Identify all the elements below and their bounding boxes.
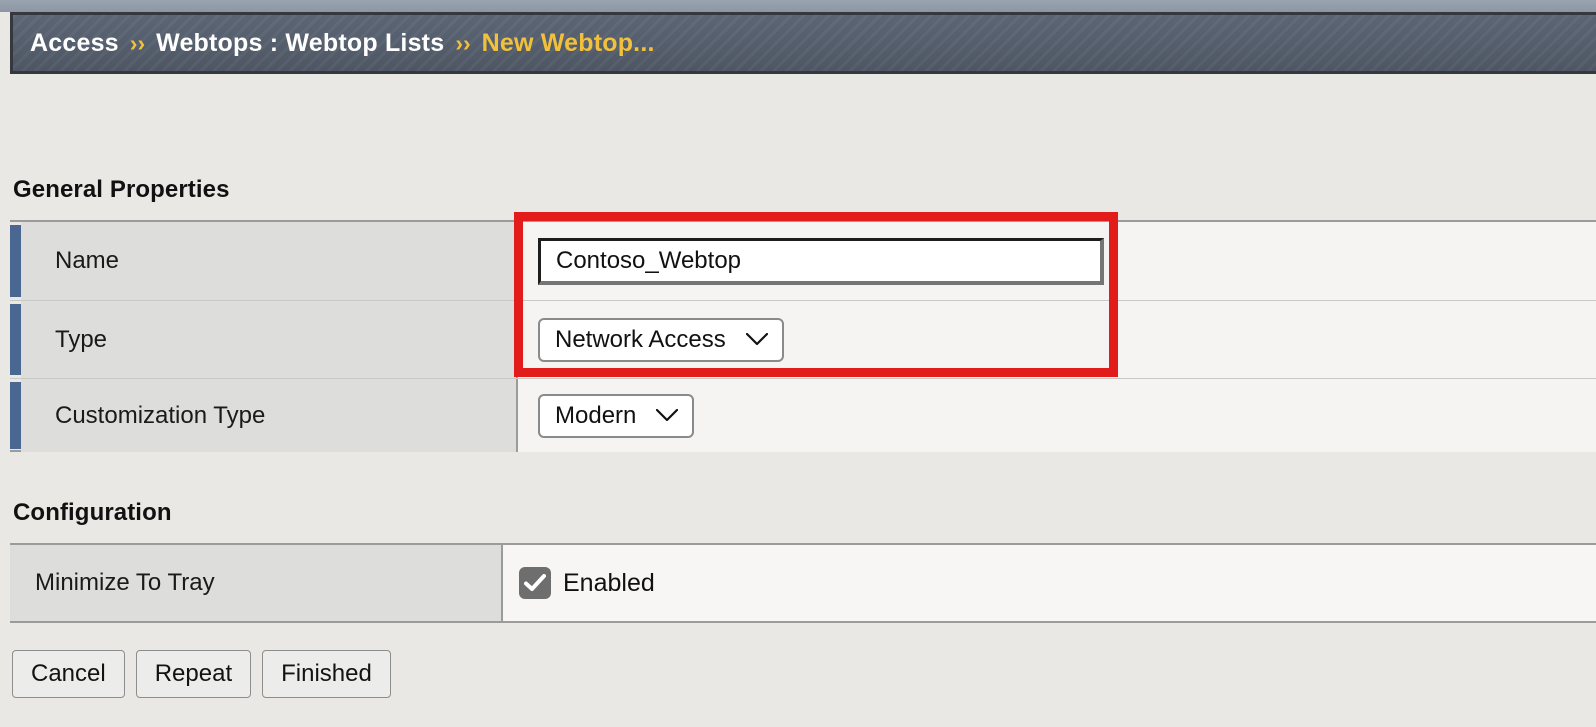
repeat-button[interactable]: Repeat [135, 650, 252, 698]
breadcrumb-separator-icon: ›› [455, 29, 471, 56]
chevron-down-icon [745, 333, 768, 346]
header-top-sliver [0, 0, 1596, 12]
row-value-type: Network Access [518, 301, 1596, 378]
row-accent-bar [10, 304, 21, 375]
row-label-minimize-to-tray: Minimize To Tray [10, 545, 503, 621]
breadcrumb-root[interactable]: Access [30, 29, 119, 58]
table-row: Customization Type Modern [10, 378, 1596, 452]
breadcrumb-separator-icon: ›› [129, 29, 146, 56]
customization-type-dropdown-value: Modern [555, 401, 637, 429]
form-actions: Cancel Repeat Finished [12, 650, 391, 698]
row-label-name: Name [21, 222, 518, 300]
row-label-customization-type: Customization Type [21, 379, 518, 452]
name-input[interactable] [538, 237, 1104, 285]
finished-button[interactable]: Finished [262, 650, 391, 698]
breadcrumb: Access ›› Webtops : Webtop Lists ›› New … [10, 12, 1596, 74]
row-value-minimize-to-tray: Enabled [503, 545, 1596, 621]
row-value-name [518, 222, 1596, 300]
breadcrumb-section[interactable]: Webtops : Webtop Lists [156, 29, 444, 58]
row-accent-bar [10, 225, 21, 297]
minimize-to-tray-state-label: Enabled [563, 568, 655, 597]
type-dropdown[interactable]: Network Access [538, 317, 784, 362]
table-row: Name [10, 222, 1596, 300]
configuration-table: Minimize To Tray Enabled [10, 543, 1596, 623]
general-properties-heading: General Properties [13, 176, 230, 203]
customization-type-dropdown[interactable]: Modern [538, 393, 695, 438]
row-value-customization-type: Modern [518, 379, 1596, 452]
row-accent-bar [10, 382, 21, 449]
table-row: Type Network Access [10, 300, 1596, 378]
breadcrumb-current: New Webtop... [481, 28, 655, 57]
chevron-down-icon [656, 409, 679, 422]
configuration-heading: Configuration [13, 499, 172, 526]
cancel-button[interactable]: Cancel [12, 650, 125, 698]
minimize-to-tray-checkbox[interactable] [519, 567, 551, 599]
row-label-type: Type [21, 301, 518, 378]
type-dropdown-value: Network Access [555, 325, 726, 353]
general-properties-table: Name Type Network Access Customization T… [10, 220, 1596, 452]
